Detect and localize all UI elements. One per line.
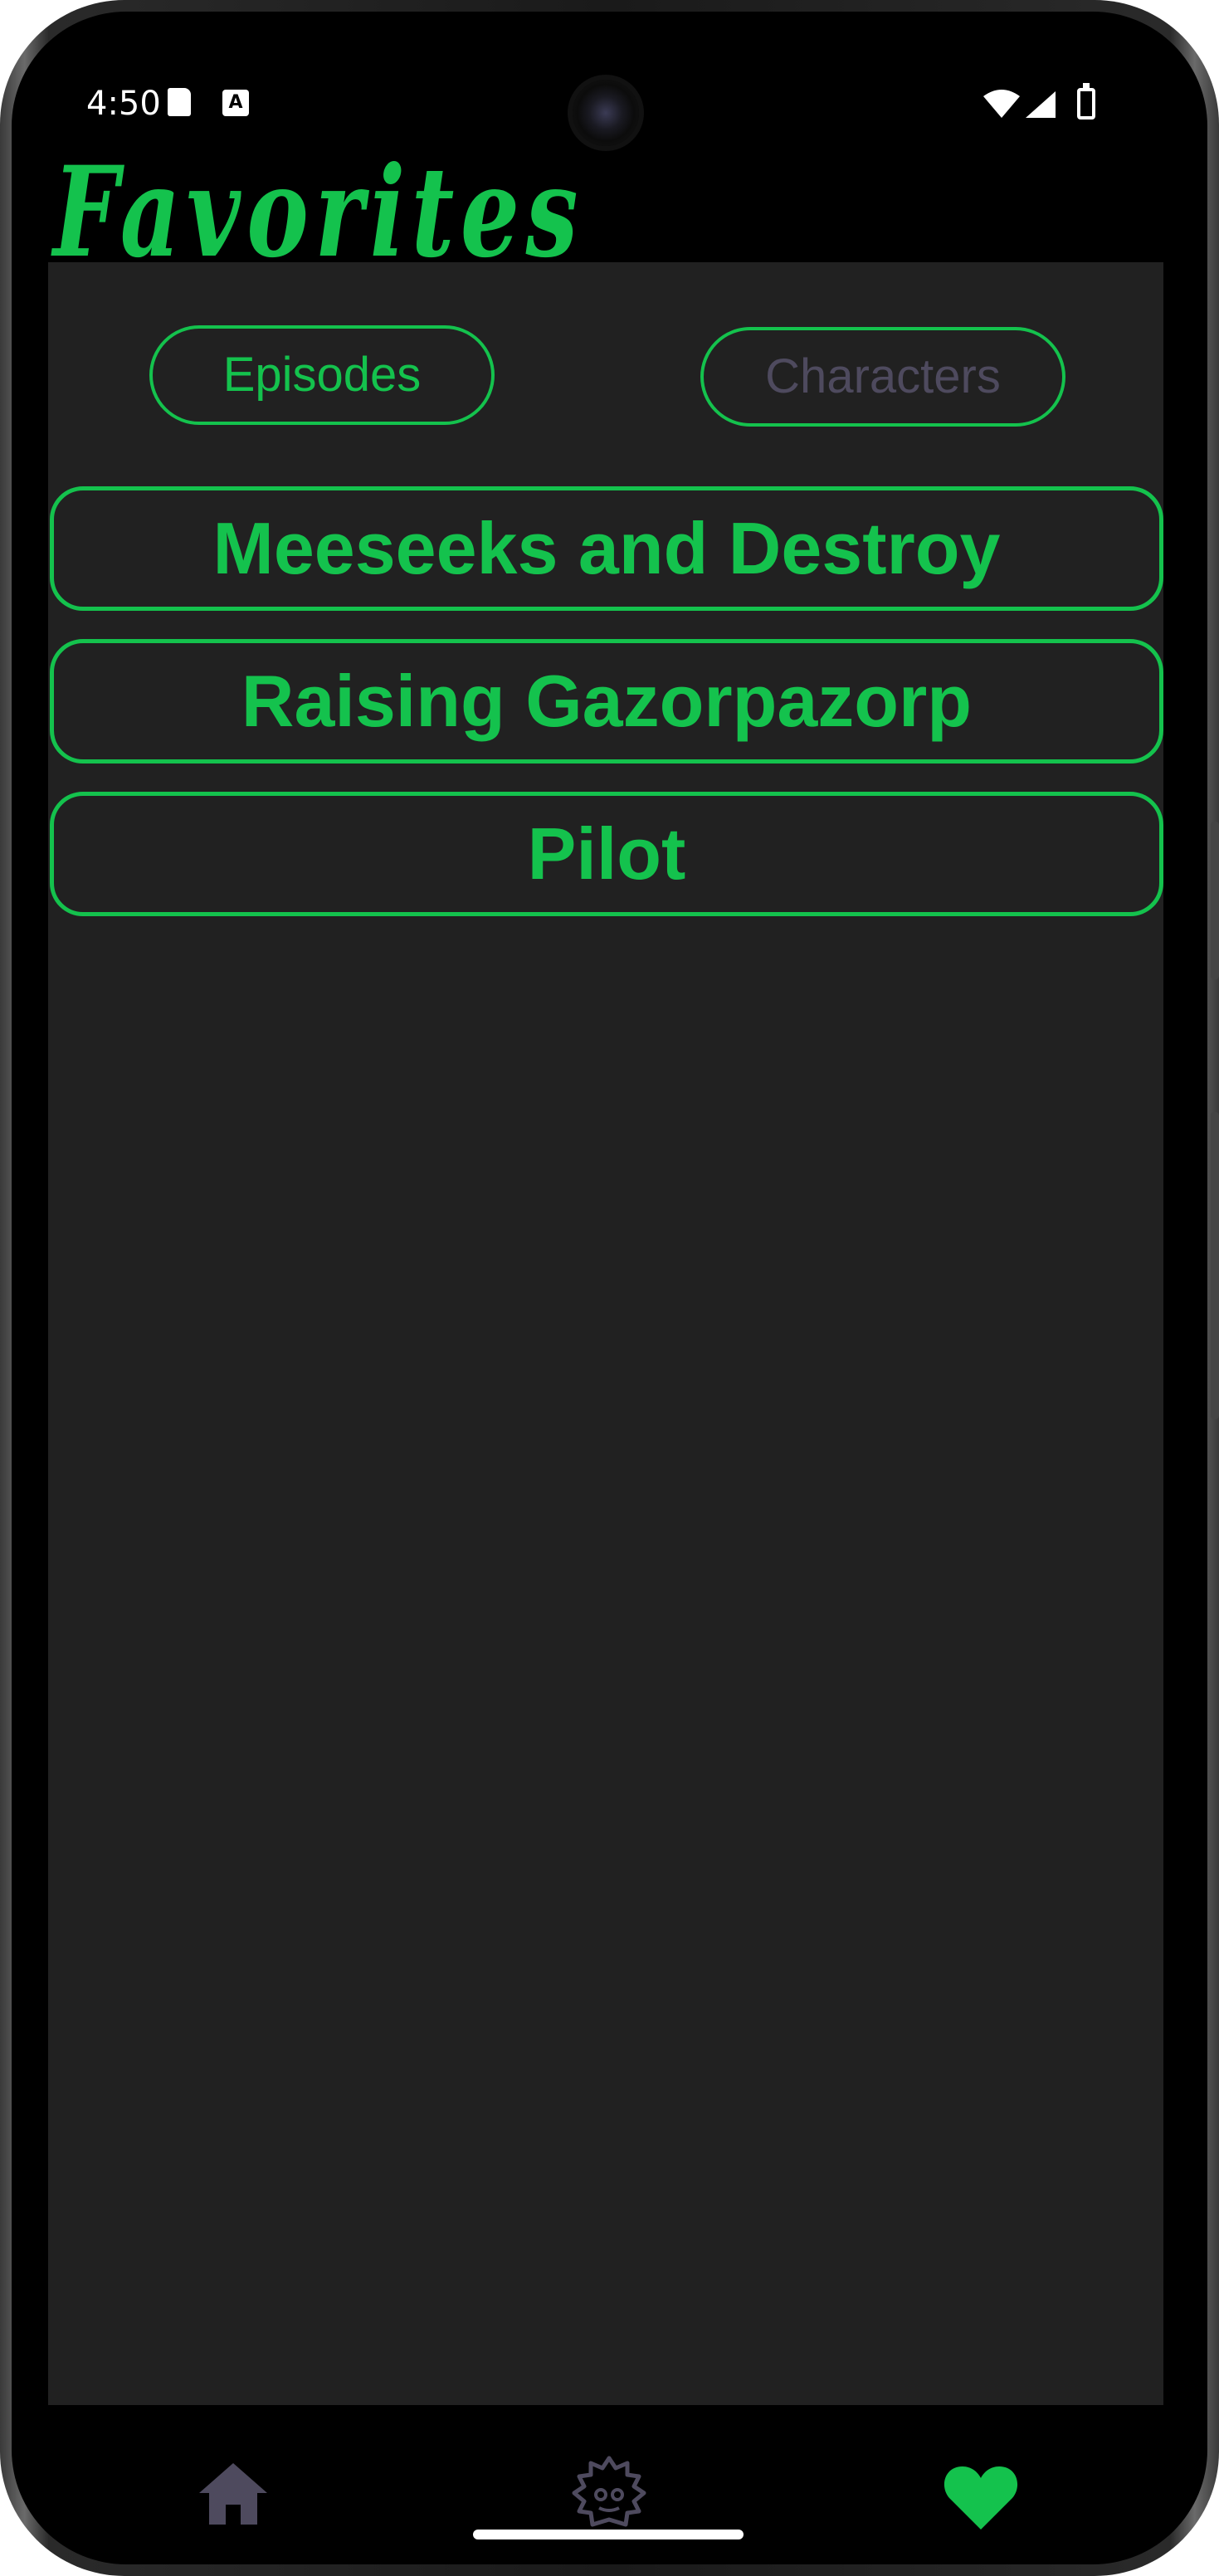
bottom-navigation bbox=[30, 2405, 1189, 2546]
heart-icon[interactable] bbox=[943, 2463, 1019, 2531]
cell-signal-icon bbox=[1026, 91, 1056, 118]
battery-icon bbox=[1077, 83, 1095, 120]
page-title-text: Favorites bbox=[51, 139, 584, 279]
gesture-home-indicator[interactable] bbox=[473, 2530, 744, 2539]
favorite-episode-item[interactable]: Meeseeks and Destroy bbox=[50, 486, 1163, 611]
favorites-panel: Episodes Characters Meeseeks and Destroy… bbox=[48, 262, 1163, 2405]
side-button-power bbox=[1211, 822, 1219, 979]
tab-characters[interactable]: Characters bbox=[700, 327, 1065, 427]
tab-episodes[interactable]: Episodes bbox=[149, 325, 495, 425]
character-icon[interactable] bbox=[569, 2453, 649, 2533]
phone-frame: 4:50 A Favorites Episodes Characters Mee… bbox=[0, 0, 1219, 2576]
screen: 4:50 A Favorites Episodes Characters Mee… bbox=[30, 30, 1189, 2546]
status-bar: 4:50 A bbox=[30, 30, 1189, 146]
favorite-episode-item[interactable]: Pilot bbox=[50, 792, 1163, 916]
side-button-volume bbox=[1211, 1112, 1219, 1419]
status-time: 4:50 bbox=[86, 85, 161, 123]
home-icon[interactable] bbox=[196, 2460, 271, 2526]
page-title: Favorites bbox=[51, 139, 584, 279]
a-notification-icon: A bbox=[222, 90, 249, 116]
sd-card-icon bbox=[168, 88, 191, 116]
favorite-episode-item[interactable]: Raising Gazorpazorp bbox=[50, 639, 1163, 764]
wifi-icon bbox=[983, 90, 1020, 118]
